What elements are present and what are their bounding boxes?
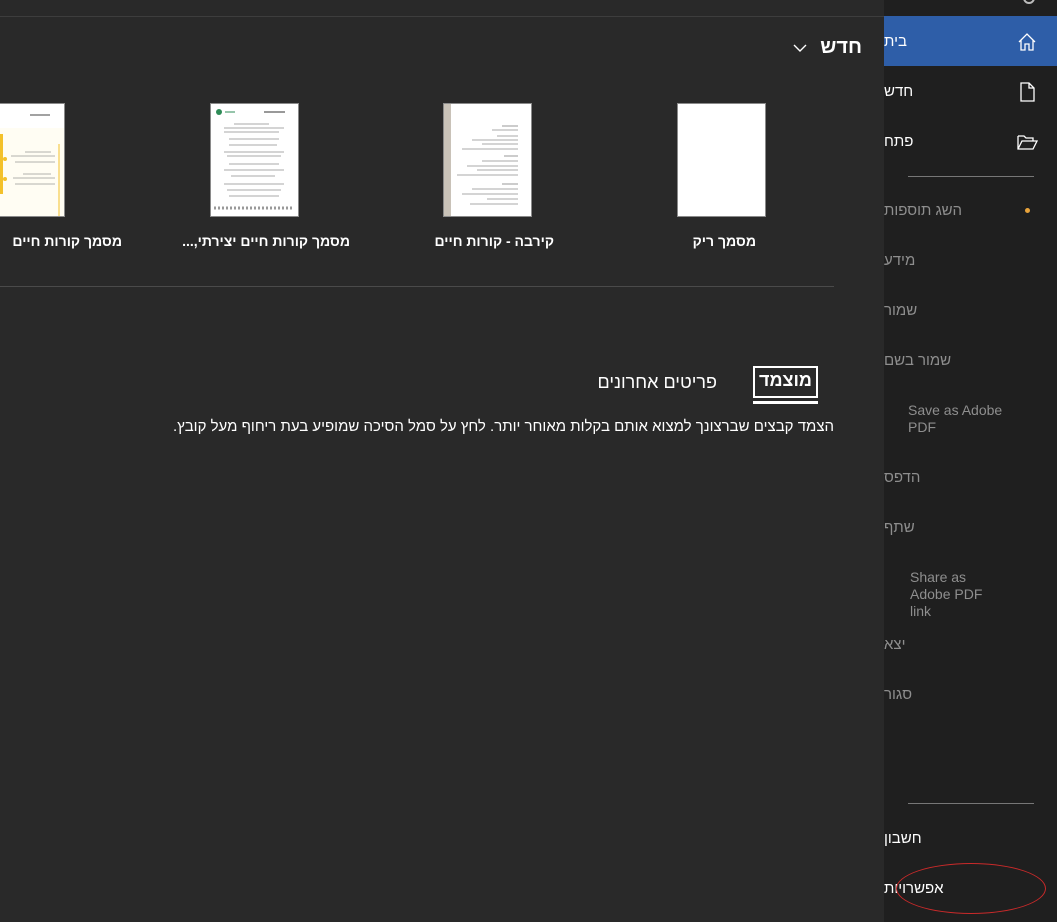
new-section-header[interactable]: חדש xyxy=(792,36,862,59)
template-resume-thumbnail[interactable] xyxy=(0,103,65,217)
backstage-nav: בית חדש פתח השג תוספות מידע שמור שמור בש… xyxy=(884,0,1057,922)
nav-item-info-label: מידע xyxy=(884,251,916,269)
template-resume-label: מסמך קורות חיים xyxy=(12,233,122,249)
nav-item-open[interactable]: פתח xyxy=(884,116,1057,166)
new-document-icon xyxy=(1020,82,1035,102)
nav-item-save-as[interactable]: שמור בשם xyxy=(884,335,1057,385)
nav-item-get-addins[interactable]: השג תוספות xyxy=(884,185,1057,235)
nav-item-save-as-adobe-pdf[interactable]: Save as Adobe PDF xyxy=(884,402,1057,442)
nav-item-export[interactable]: יצא xyxy=(884,619,1057,669)
nav-item-save-as-adobe-pdf-label: Save as Adobe PDF xyxy=(908,402,1003,435)
pinned-description: הצמד קבצים שברצונך למצוא אותם בקלות מאוח… xyxy=(172,418,834,435)
tab-pinned[interactable]: מוצמד xyxy=(752,366,819,404)
chevron-down-icon[interactable] xyxy=(792,40,808,56)
nav-item-share-adobe-pdf-link-label: Share as Adobe PDF link xyxy=(910,569,983,619)
addins-notification-dot xyxy=(1025,208,1030,213)
template-blank-label: מסמך ריק xyxy=(692,233,756,249)
nav-item-options[interactable]: אפשרויות xyxy=(884,863,1057,913)
nav-item-open-label: פתח xyxy=(884,132,914,150)
nav-item-new[interactable]: חדש xyxy=(884,66,1057,116)
nav-item-print-label: הדפס xyxy=(884,468,921,486)
template-creative-label: מסמך קורות חיים יצירתי,... xyxy=(182,233,350,249)
resume-preview-graphic xyxy=(444,104,518,216)
nav-item-account-label: חשבון xyxy=(884,829,922,847)
word-backstage: חדש מסמך ריק קירבה - קורות חיים מסמך קור… xyxy=(0,0,1057,922)
nav-item-print[interactable]: הדפס xyxy=(884,452,1057,502)
nav-item-home[interactable]: בית xyxy=(884,16,1057,66)
nav-divider-top xyxy=(908,176,1034,177)
top-divider xyxy=(0,16,884,17)
open-folder-icon xyxy=(1017,135,1038,150)
new-section-title: חדש xyxy=(820,36,862,58)
back-arrow-icon[interactable] xyxy=(1023,0,1035,4)
nav-item-save-as-label: שמור בשם xyxy=(884,351,952,369)
nav-item-home-label: בית xyxy=(884,32,907,50)
nav-item-share-adobe-pdf-link[interactable]: Share as Adobe PDF link xyxy=(884,569,1057,619)
creative-resume-preview-graphic xyxy=(214,109,293,210)
nav-item-close-label: סגור xyxy=(884,685,913,703)
nav-item-get-addins-label: השג תוספות xyxy=(884,201,963,219)
nav-item-close[interactable]: סגור xyxy=(884,669,1057,719)
home-icon xyxy=(1018,33,1036,51)
template-kirba-label: קירבה - קורות חיים xyxy=(434,233,554,249)
templates-divider xyxy=(0,286,834,287)
template-blank-thumbnail[interactable] xyxy=(677,103,766,217)
nav-item-options-label: אפשרויות xyxy=(884,879,944,897)
nav-item-save-label: שמור xyxy=(884,301,918,319)
template-creative-thumbnail[interactable] xyxy=(210,103,299,217)
nav-item-info[interactable]: מידע xyxy=(884,235,1057,285)
resume-yellow-preview-graphic xyxy=(0,104,64,216)
template-kirba-thumbnail[interactable] xyxy=(443,103,532,217)
nav-item-save[interactable]: שמור xyxy=(884,285,1057,335)
file-list-tabs: מוצמד פריטים אחרונים xyxy=(597,366,819,404)
nav-item-share-label: שתף xyxy=(884,518,915,536)
nav-item-export-label: יצא xyxy=(884,635,906,653)
nav-item-account[interactable]: חשבון xyxy=(884,813,1057,863)
nav-item-share[interactable]: שתף xyxy=(884,502,1057,552)
nav-item-new-label: חדש xyxy=(884,82,914,100)
nav-divider-bottom xyxy=(908,803,1034,804)
tab-recent-items[interactable]: פריטים אחרונים xyxy=(597,366,717,393)
main-content: חדש מסמך ריק קירבה - קורות חיים מסמך קור… xyxy=(0,0,884,922)
